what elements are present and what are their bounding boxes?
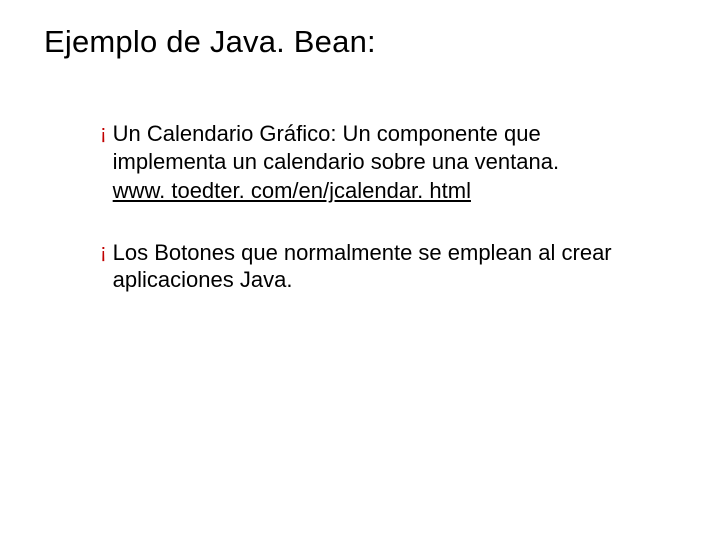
slide: Ejemplo de Java. Bean: ¡ Un Calendario G… <box>0 0 720 540</box>
list-item: ¡ Los Botones que normalmente se emplean… <box>100 239 660 294</box>
bullet-text: Un Calendario Gráfico: Un componente que… <box>113 121 559 174</box>
bullet-body: Los Botones que normalmente se emplean a… <box>113 239 660 294</box>
bullet-body: Un Calendario Gráfico: Un componente que… <box>113 120 660 205</box>
bullet-text: Los Botones que normalmente se emplean a… <box>113 240 612 293</box>
slide-title: Ejemplo de Java. Bean: <box>44 24 680 60</box>
bullet-marker-icon: ¡ <box>100 239 107 266</box>
bullet-marker-icon: ¡ <box>100 120 107 147</box>
bullet-link[interactable]: www. toedter. com/en/jcalendar. html <box>113 177 471 205</box>
bullet-list: ¡ Un Calendario Gráfico: Un componente q… <box>100 120 660 294</box>
list-item: ¡ Un Calendario Gráfico: Un componente q… <box>100 120 660 205</box>
